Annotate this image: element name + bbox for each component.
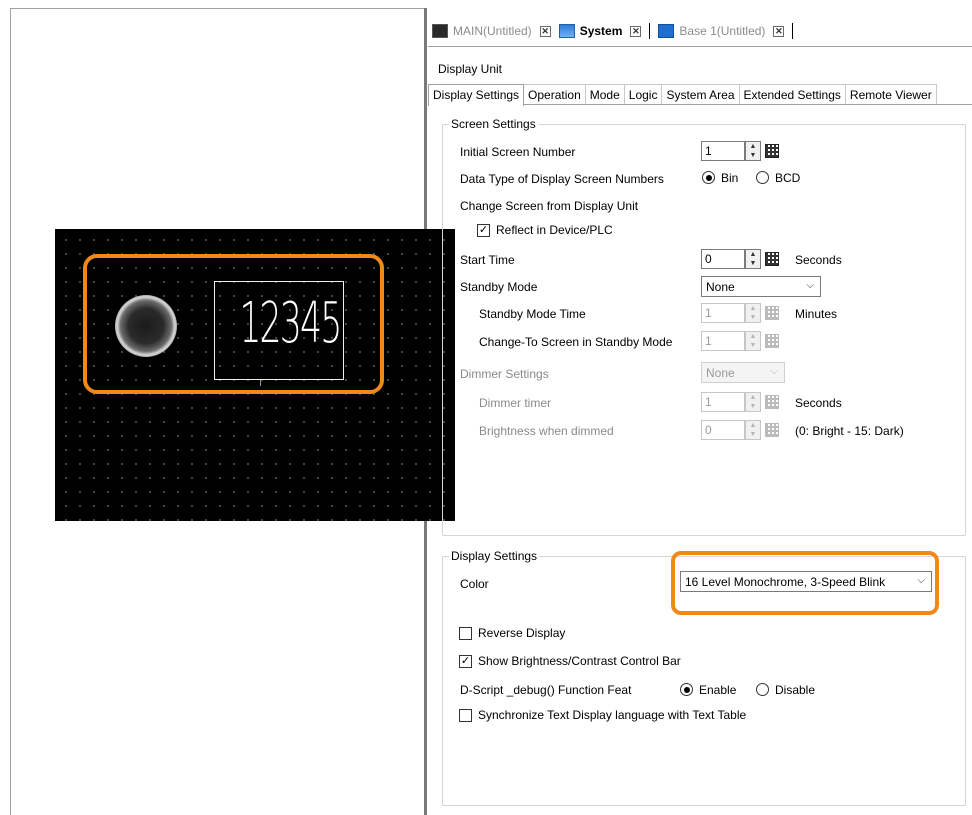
start-time-spinner[interactable]: ▲ ▼ [745, 249, 761, 269]
spin-up-icon: ▲ [749, 394, 757, 401]
show-brightness-label: Show Brightness/Contrast Control Bar [478, 654, 681, 668]
brightness-dimmed-input[interactable]: 0 [701, 420, 745, 440]
tab-separator [792, 23, 794, 39]
data-type-bin-radio[interactable] [702, 171, 715, 184]
tab-mode[interactable]: Mode [584, 84, 625, 105]
dimmer-timer-input[interactable]: 1 [701, 392, 745, 412]
standby-time-input[interactable]: 1 [701, 303, 745, 323]
initial-screen-number-spinner[interactable]: ▲ ▼ [745, 141, 761, 161]
sync-text-label: Synchronize Text Display language with T… [478, 708, 747, 722]
brightness-dimmed-label: Brightness when dimmed [479, 424, 614, 438]
reflect-plc-label: Reflect in Device/PLC [496, 223, 613, 237]
change-to-screen-input[interactable]: 1 [701, 331, 745, 351]
system-icon [558, 24, 575, 38]
panel-title: Display Unit [438, 62, 503, 76]
keypad-icon[interactable] [765, 252, 779, 266]
base-screen-icon [658, 24, 675, 38]
data-type-bin-label: Bin [721, 171, 739, 185]
screen-settings-legend: Screen Settings [449, 117, 538, 131]
reflect-plc-checkbox[interactable]: ✓ [477, 224, 490, 237]
tab-base1[interactable]: Base 1(Untitled) ✕ [654, 20, 788, 42]
chevron-down-icon: ⌵ [806, 280, 814, 291]
spin-down-icon: ▼ [749, 314, 757, 321]
spin-up-icon: ▲ [749, 422, 757, 429]
dscript-enable-radio[interactable] [680, 683, 693, 696]
sync-text-checkbox[interactable] [459, 709, 472, 722]
spin-up-icon: ▲ [749, 251, 757, 258]
dimmer-timer-label: Dimmer timer [479, 396, 551, 410]
reverse-display-checkbox[interactable] [459, 627, 472, 640]
close-icon[interactable]: ✕ [630, 25, 642, 37]
tab-separator [649, 23, 651, 39]
keypad-icon[interactable] [765, 423, 779, 437]
tab-remote-viewer[interactable]: Remote Viewer [844, 84, 937, 105]
start-time-input[interactable]: 0 [701, 249, 745, 269]
display-settings-legend: Display Settings [449, 549, 540, 563]
spin-down-icon: ▼ [749, 403, 757, 410]
tab-main[interactable]: MAIN(Untitled) ✕ [428, 20, 555, 42]
change-to-screen-label: Change-To Screen in Standby Mode [479, 335, 673, 349]
dimmer-settings-label: Dimmer Settings [460, 367, 549, 381]
data-type-bcd-radio[interactable] [756, 171, 769, 184]
dimmer-timer-unit: Seconds [795, 396, 842, 410]
dimmer-settings-value: None [706, 366, 735, 380]
dscript-label: D-Script _debug() Function Feat [460, 683, 632, 697]
standby-mode-value: None [706, 280, 735, 294]
standby-time-label: Standby Mode Time [479, 307, 586, 321]
data-type-label: Data Type of Display Screen Numbers [460, 172, 664, 186]
color-label: Color [460, 577, 489, 591]
spin-down-icon: ▼ [749, 431, 757, 438]
start-time-unit: Seconds [795, 253, 842, 267]
color-highlight-frame [671, 551, 939, 615]
dscript-enable-label: Enable [699, 683, 737, 697]
dscript-disable-radio[interactable] [756, 683, 769, 696]
keypad-icon[interactable] [765, 306, 779, 320]
standby-time-unit: Minutes [795, 307, 838, 321]
keypad-icon[interactable] [765, 395, 779, 409]
spin-up-icon: ▲ [749, 305, 757, 312]
data-type-bcd-label: BCD [775, 171, 801, 185]
screen-icon [432, 24, 448, 38]
change-screen-label: Change Screen from Display Unit [460, 199, 639, 213]
tab-logic[interactable]: Logic [623, 84, 663, 105]
tab-system-label: System [579, 24, 623, 38]
dimmer-settings-select[interactable]: None ⌵ [701, 362, 785, 383]
change-to-screen-spinner[interactable]: ▲ ▼ [745, 331, 761, 351]
initial-screen-number-input[interactable]: 1 [701, 141, 745, 161]
tab-system[interactable]: System ✕ [555, 20, 646, 42]
spin-down-icon: ▼ [749, 152, 757, 159]
settings-tabs: Display Settings Operation Mode Logic Sy… [428, 84, 937, 106]
brightness-dimmed-unit: (0: Bright - 15: Dark) [795, 424, 904, 438]
standby-mode-label: Standby Mode [460, 280, 538, 294]
brightness-dimmed-spinner[interactable]: ▲ ▼ [745, 420, 761, 440]
dscript-disable-label: Disable [775, 683, 816, 697]
document-tabstrip: MAIN(Untitled) ✕ System ✕ Base 1(Untitle… [428, 20, 797, 42]
tab-operation[interactable]: Operation [523, 84, 586, 105]
initial-screen-number-label: Initial Screen Number [460, 145, 576, 159]
tab-base1-label: Base 1(Untitled) [679, 24, 766, 38]
tab-display-settings[interactable]: Display Settings [428, 84, 525, 106]
standby-time-spinner[interactable]: ▲ ▼ [745, 303, 761, 323]
close-icon[interactable]: ✕ [773, 25, 785, 37]
spin-down-icon: ▼ [749, 260, 757, 267]
tab-extended-settings[interactable]: Extended Settings [738, 84, 846, 105]
tabstrip-border [428, 46, 972, 47]
spin-down-icon: ▼ [749, 342, 757, 349]
tab-system-area[interactable]: System Area [661, 84, 740, 105]
spin-up-icon: ▲ [749, 143, 757, 150]
keypad-icon[interactable] [765, 144, 779, 158]
reverse-display-label: Reverse Display [478, 626, 566, 640]
standby-mode-select[interactable]: None ⌵ [701, 276, 821, 297]
start-time-label: Start Time [460, 253, 515, 267]
show-brightness-checkbox[interactable]: ✓ [459, 655, 472, 668]
dimmer-timer-spinner[interactable]: ▲ ▼ [745, 392, 761, 412]
tab-main-label: MAIN(Untitled) [453, 24, 532, 38]
spin-up-icon: ▲ [749, 333, 757, 340]
keypad-icon[interactable] [765, 334, 779, 348]
preview-highlight-frame [83, 254, 384, 394]
chevron-down-icon: ⌵ [770, 366, 778, 377]
close-icon[interactable]: ✕ [539, 25, 551, 37]
